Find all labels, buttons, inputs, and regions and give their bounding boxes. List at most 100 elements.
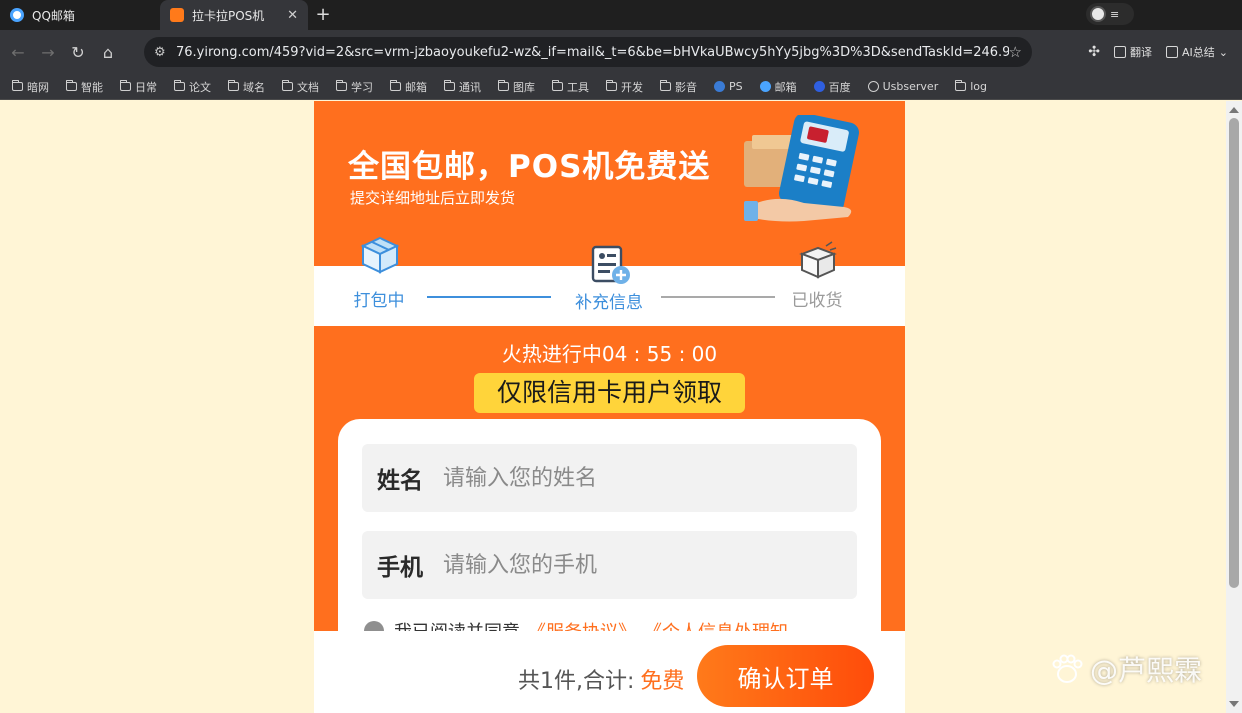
chevron-down-icon: ⌄ [1218, 45, 1228, 59]
bookmark-label: log [970, 80, 987, 93]
phone-field-row[interactable]: 手机 [362, 531, 857, 599]
tab-lakala-pos[interactable]: 拉卡拉POS机 ✕ [160, 0, 308, 30]
package-icon [360, 236, 400, 274]
total-label: 共1件,合计: [518, 669, 635, 694]
bookmark-item[interactable]: 暗网 [11, 79, 49, 95]
bookmark-label: Usbserver [882, 80, 939, 93]
baidu-icon [813, 81, 825, 92]
folder-icon [551, 80, 563, 91]
order-total: 共1件,合计: 免费 [518, 663, 684, 695]
scroll-up-arrow-icon[interactable] [1229, 107, 1239, 113]
bookmark-label: 工具 [567, 80, 589, 94]
bookmark-item[interactable]: 开发 [605, 79, 643, 95]
qqmail-icon [759, 81, 771, 92]
lakala-favicon-icon [170, 8, 184, 22]
bookmark-item[interactable]: 域名 [227, 79, 265, 95]
bookmark-item[interactable]: 影音 [659, 79, 697, 95]
profile-button[interactable]: ≡ [1086, 3, 1134, 25]
new-tab-button[interactable]: + [308, 0, 338, 30]
bookmark-label: 开发 [621, 80, 643, 94]
bookmark-item[interactable]: 智能 [65, 79, 103, 95]
tab-title: 拉卡拉POS机 [192, 8, 265, 23]
step-label: 已收货 [791, 291, 843, 311]
forward-button[interactable]: → [34, 38, 62, 66]
globe-icon [867, 81, 879, 92]
step-connector [661, 296, 775, 298]
ai-summary-label: AI总结 [1182, 46, 1215, 59]
bookmark-label: 智能 [81, 80, 103, 94]
tab-strip: QQ邮箱 拉卡拉POS机 ✕ + ≡ [0, 0, 1242, 30]
folder-icon [335, 80, 347, 91]
home-button[interactable]: ⌂ [94, 38, 122, 66]
vertical-scrollbar[interactable] [1226, 101, 1242, 713]
bookmark-item[interactable]: 邮箱 [389, 79, 427, 95]
bookmark-label: 域名 [243, 80, 265, 94]
toolbar-right-actions: ✣ 翻译 AI总结 ⌄ [1088, 30, 1228, 74]
name-input[interactable] [443, 465, 823, 491]
step-label: 打包中 [353, 291, 405, 311]
open-box-icon [799, 241, 837, 279]
step-label: 补充信息 [575, 293, 643, 313]
bookmark-item[interactable]: 学习 [335, 79, 373, 95]
scroll-down-arrow-icon[interactable] [1229, 701, 1239, 707]
bookmark-item[interactable]: 通讯 [443, 79, 481, 95]
phone-input[interactable] [443, 552, 823, 578]
phone-label: 手机 [377, 555, 423, 581]
bookmark-item[interactable]: 邮箱 [759, 79, 797, 95]
scrollbar-thumb[interactable] [1229, 118, 1239, 588]
banner-title: 全国包邮，POS机免费送 [348, 149, 711, 185]
reload-button[interactable]: ↻ [64, 38, 92, 66]
confirm-order-button[interactable]: 确认订单 [697, 645, 874, 707]
bookmark-item[interactable]: 文档 [281, 79, 319, 95]
tab-qqmail[interactable]: QQ邮箱 [0, 0, 160, 30]
bookmark-label: 邮箱 [774, 80, 797, 94]
url-text[interactable]: 76.yirong.com/459?vid=2&src=vrm-jzbaoyou… [176, 45, 1009, 60]
name-label: 姓名 [377, 468, 423, 494]
checkout-bar: 共1件,合计: 免费 确认订单 [314, 631, 905, 713]
folder-icon [954, 80, 967, 91]
tab-title: QQ邮箱 [32, 8, 75, 23]
address-bar[interactable]: ⚙ 76.yirong.com/459?vid=2&src=vrm-jzbaoy… [144, 37, 1032, 67]
translate-button[interactable]: 翻译 [1114, 44, 1152, 60]
watermark-text: @芦熙霖 [1090, 654, 1203, 687]
step-received: 已收货 [762, 286, 872, 311]
bookmark-item[interactable]: 图库 [497, 79, 535, 95]
folder-icon [119, 80, 131, 91]
bookmark-item[interactable]: 论文 [173, 79, 211, 95]
folder-icon [11, 80, 23, 91]
total-value: 免费 [640, 669, 685, 694]
landing-page: 全国包邮，POS机免费送 提交详细地址后立即发货 打包中 补充信息 已收货 火热… [314, 101, 905, 713]
banner-subtitle: 提交详细地址后立即发货 [350, 189, 516, 207]
bookmark-item[interactable]: 工具 [551, 79, 589, 95]
name-field-row[interactable]: 姓名 [362, 444, 857, 512]
bookmark-label: 学习 [351, 80, 373, 94]
puzzle-icon: ✣ [1088, 44, 1100, 60]
ai-summary-button[interactable]: AI总结 ⌄ [1166, 44, 1228, 60]
bookmark-item[interactable]: PS [714, 80, 743, 93]
site-info-icon[interactable]: ⚙ [154, 45, 176, 60]
folder-icon [605, 80, 617, 91]
step-packing: 打包中 [324, 286, 434, 311]
extensions-button[interactable]: ✣ [1088, 44, 1100, 60]
order-progress-steps: 打包中 补充信息 已收货 [314, 236, 905, 326]
menu-lines-icon: ≡ [1110, 7, 1120, 21]
folder-icon [497, 80, 509, 91]
folder-icon [227, 80, 239, 91]
bookmark-item[interactable]: log [954, 80, 987, 93]
translate-label: 翻译 [1130, 46, 1152, 59]
close-tab-icon[interactable]: ✕ [287, 8, 298, 23]
browser-toolbar: ← → ↻ ⌂ ⚙ 76.yirong.com/459?vid=2&src=vr… [0, 30, 1242, 74]
translate-icon [1114, 46, 1126, 58]
bookmark-item[interactable]: Usbserver [867, 80, 939, 93]
bookmark-label: 通讯 [459, 80, 481, 94]
bookmarks-bar: 暗网 智能 日常 论文 域名 文档 学习 邮箱 通讯 图库 工具 开发 影音 PS 邮箱 百度 Usbserve… [0, 74, 1242, 100]
bookmark-label: 暗网 [27, 80, 49, 94]
bookmark-item[interactable]: 日常 [119, 79, 157, 95]
bookmark-label: 邮箱 [405, 80, 427, 94]
ps-icon [714, 81, 725, 92]
watermark: @芦熙霖 [1050, 649, 1202, 689]
countdown-timer: 火热进行中04 : 55 : 00 [501, 342, 718, 366]
bookmark-item[interactable]: 百度 [813, 79, 851, 95]
back-button[interactable]: ← [4, 38, 32, 66]
bookmark-star-icon[interactable]: ☆ [1009, 43, 1022, 61]
